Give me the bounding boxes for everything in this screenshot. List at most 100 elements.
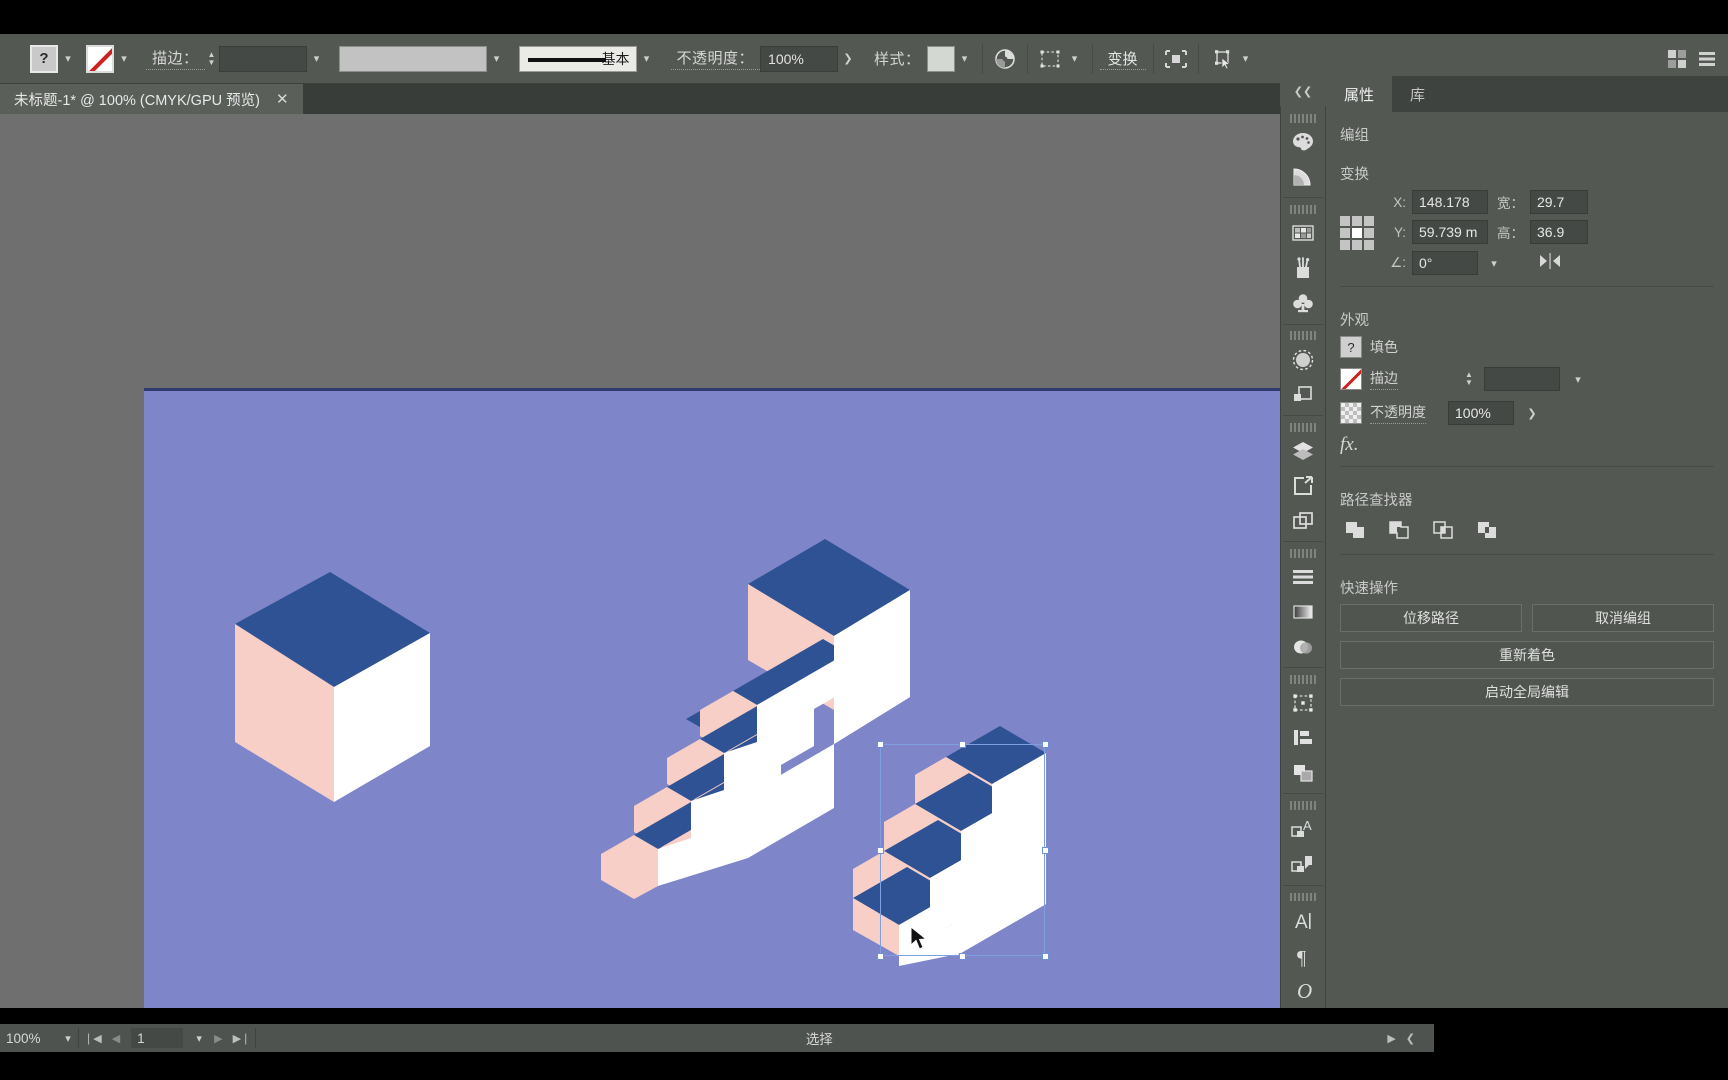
artboards-panel-icon[interactable] bbox=[1282, 503, 1324, 538]
align-icon[interactable] bbox=[1035, 44, 1065, 74]
fx-button[interactable]: fx. bbox=[1340, 434, 1358, 456]
variable-width-caret[interactable]: ▾ bbox=[487, 46, 507, 72]
recolor-artwork-icon[interactable] bbox=[990, 44, 1020, 74]
dock-grip-6[interactable] bbox=[1290, 675, 1316, 684]
dock-grip-8[interactable] bbox=[1290, 892, 1316, 902]
fill-color-swatch[interactable]: ? bbox=[30, 44, 58, 73]
dock-grip-4[interactable] bbox=[1290, 422, 1316, 432]
selection-handle-tc[interactable] bbox=[959, 741, 966, 748]
stroke-weight-caret[interactable]: ▾ bbox=[307, 46, 327, 72]
opacity-expand-arrow[interactable]: ❯ bbox=[838, 46, 858, 72]
color-guide-panel-icon[interactable] bbox=[1282, 160, 1324, 195]
gradient-panel-icon[interactable] bbox=[1282, 595, 1324, 630]
fill-dropdown-caret[interactable]: ▾ bbox=[58, 46, 78, 72]
document-tab[interactable]: 未标题-1* @ 100% (CMYK/GPU 预览) ✕ bbox=[0, 84, 303, 114]
tab-libraries[interactable]: 库 bbox=[1392, 76, 1443, 112]
links-panel-icon[interactable] bbox=[1282, 847, 1324, 882]
play-icon[interactable]: ▶ bbox=[1382, 1032, 1400, 1045]
close-icon[interactable]: ✕ bbox=[276, 90, 289, 108]
pathfinder-panel-icon[interactable] bbox=[1282, 721, 1324, 756]
selection-handle-tr[interactable] bbox=[1042, 741, 1049, 748]
zoom-caret[interactable]: ▾ bbox=[58, 1025, 78, 1051]
stroke-color-swatch[interactable] bbox=[86, 44, 114, 73]
transform-button[interactable]: 变换 bbox=[1099, 48, 1146, 70]
color-panel-icon[interactable] bbox=[1282, 125, 1324, 160]
canvas-area[interactable] bbox=[0, 114, 1434, 1008]
opacity-input-panel[interactable]: 100% bbox=[1448, 401, 1514, 425]
selection-handle-mr[interactable] bbox=[1042, 847, 1049, 854]
rotate-input[interactable]: 0° bbox=[1412, 251, 1478, 275]
reference-point-selector[interactable] bbox=[1340, 216, 1374, 250]
dock-grip-2[interactable] bbox=[1290, 205, 1316, 215]
brush-definition-select[interactable]: 基本 bbox=[518, 45, 637, 72]
dock-grip-5[interactable] bbox=[1290, 548, 1316, 558]
fill-swatch[interactable]: ? bbox=[1340, 336, 1362, 358]
asset-export-panel-icon[interactable] bbox=[1282, 468, 1324, 503]
intersect-icon[interactable] bbox=[1428, 516, 1458, 544]
select-similar-icon[interactable] bbox=[1206, 44, 1236, 74]
next-page-icon[interactable]: ▶ bbox=[209, 1032, 227, 1045]
brushes-panel-icon[interactable] bbox=[1282, 251, 1324, 286]
dock-grip-7[interactable] bbox=[1290, 801, 1316, 810]
selection-handle-ml[interactable] bbox=[877, 847, 884, 854]
stroke-weight-caret-panel[interactable]: ▾ bbox=[1568, 366, 1588, 392]
selection-handle-bc[interactable] bbox=[959, 953, 966, 960]
prev-page-icon[interactable]: ◀ bbox=[107, 1032, 125, 1045]
zoom-level-input[interactable]: 100% bbox=[0, 1024, 58, 1052]
align-panel-icon[interactable] bbox=[1282, 560, 1324, 595]
exclude-icon[interactable] bbox=[1472, 516, 1502, 544]
tab-properties[interactable]: 属性 bbox=[1326, 76, 1393, 112]
stroke-dropdown-caret[interactable]: ▾ bbox=[114, 46, 134, 72]
image-trace-panel-icon[interactable] bbox=[1282, 755, 1324, 790]
opacity-input[interactable]: 100% bbox=[760, 45, 839, 72]
page-caret[interactable]: ▾ bbox=[189, 1025, 209, 1051]
glyphs-panel-icon[interactable]: O bbox=[1282, 973, 1324, 1008]
selection-handle-bl[interactable] bbox=[877, 953, 884, 960]
appearance-panel-icon[interactable] bbox=[1282, 629, 1324, 664]
symbols-panel-icon[interactable] bbox=[1282, 286, 1324, 321]
layers-panel-icon[interactable] bbox=[1282, 434, 1324, 469]
graphic-styles-panel-icon[interactable]: A bbox=[1282, 812, 1324, 847]
selection-handle-tl[interactable] bbox=[877, 741, 884, 748]
width-input[interactable]: 29.7 bbox=[1530, 190, 1588, 214]
recolor-button[interactable]: 重新着色 bbox=[1340, 641, 1714, 669]
flip-horizontal-icon[interactable] bbox=[1538, 252, 1562, 275]
stroke-weight-input[interactable] bbox=[218, 45, 307, 72]
transform-panel-icon[interactable] bbox=[1282, 686, 1324, 721]
offset-path-button[interactable]: 位移路径 bbox=[1340, 604, 1522, 632]
minus-front-icon[interactable] bbox=[1384, 516, 1414, 544]
first-page-icon[interactable]: ❘◀ bbox=[79, 1032, 107, 1045]
variable-width-profile[interactable] bbox=[338, 45, 487, 72]
last-page-icon[interactable]: ▶❘ bbox=[228, 1032, 256, 1045]
stroke-swatch[interactable] bbox=[1340, 368, 1362, 390]
swatches-panel-icon[interactable] bbox=[1282, 216, 1324, 251]
global-edit-button[interactable]: 启动全局编辑 bbox=[1340, 678, 1714, 706]
style-caret[interactable]: ▾ bbox=[955, 46, 975, 72]
paragraph-panel-icon[interactable]: ¶ bbox=[1282, 938, 1324, 973]
character-panel-icon[interactable]: A bbox=[1282, 903, 1324, 938]
graphic-style-swatch[interactable] bbox=[926, 45, 955, 72]
select-similar-caret[interactable]: ▾ bbox=[1236, 46, 1256, 72]
stroke-weight-stepper-panel[interactable]: ▲ ▼ bbox=[1462, 366, 1476, 392]
back-icon[interactable]: ❮ bbox=[1401, 1032, 1420, 1045]
stroke-panel-icon[interactable] bbox=[1282, 342, 1324, 377]
unite-icon[interactable] bbox=[1340, 516, 1370, 544]
dock-grip[interactable] bbox=[1290, 114, 1316, 123]
arrange-documents-icon[interactable] bbox=[1662, 44, 1692, 74]
workspace-switcher-icon[interactable] bbox=[1692, 44, 1722, 74]
brush-definition-caret[interactable]: ▾ bbox=[637, 46, 657, 72]
dock-grip-3[interactable] bbox=[1290, 331, 1316, 341]
opacity-swatch[interactable] bbox=[1340, 402, 1362, 424]
stroke-weight-input-panel[interactable] bbox=[1484, 367, 1560, 391]
transparency-panel-icon[interactable] bbox=[1282, 377, 1324, 412]
page-number-input[interactable]: 1 bbox=[131, 1028, 184, 1048]
panel-collapse-button[interactable]: ❮❮ bbox=[1280, 76, 1326, 106]
x-input[interactable]: 148.178 bbox=[1412, 190, 1488, 214]
align-caret[interactable]: ▾ bbox=[1065, 46, 1085, 72]
ungroup-button[interactable]: 取消编组 bbox=[1532, 604, 1714, 632]
stroke-weight-stepper[interactable]: ▲ ▼ bbox=[205, 46, 219, 72]
rotate-caret[interactable]: ▾ bbox=[1484, 250, 1504, 276]
selection-handle-br[interactable] bbox=[1042, 953, 1049, 960]
y-input[interactable]: 59.739 m bbox=[1412, 220, 1488, 244]
opacity-expand-panel[interactable]: ❯ bbox=[1522, 400, 1542, 426]
